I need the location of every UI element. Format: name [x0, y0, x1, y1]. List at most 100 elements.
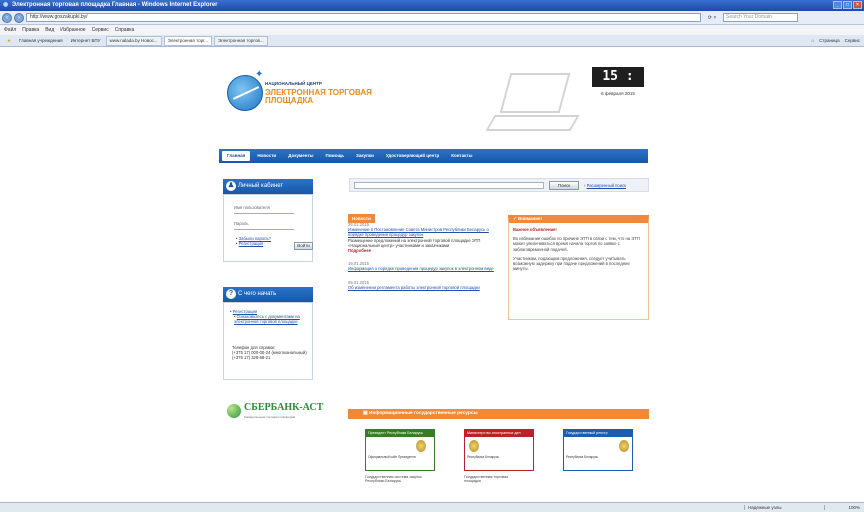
address-bar: ‹ › http://www.goszakupki.by/ ⟳ × Search…	[0, 11, 864, 25]
nav-news[interactable]: Новости	[252, 151, 281, 161]
menu-help[interactable]: Справка	[115, 27, 135, 33]
check-icon: ✓	[513, 216, 517, 221]
partner-banner-2[interactable]: Министерство иностранных дел Республика …	[464, 429, 534, 471]
howto-panel: • Регистрация • Ознакомьтесь с документа…	[223, 302, 313, 380]
emblem-icon	[469, 440, 479, 452]
site-search-input[interactable]	[354, 182, 544, 189]
window-title: Электронная торговая площадка Главная - …	[11, 2, 218, 8]
star-logo-icon: ✦	[255, 69, 264, 80]
zoom-level[interactable]: 100%	[824, 505, 864, 510]
back-button[interactable]: ‹	[2, 12, 12, 23]
password-label: Пароль	[234, 221, 249, 226]
sberbank-sub: Универсальная торговая платформа	[244, 415, 296, 419]
register-link[interactable]: Регистрация	[239, 241, 263, 246]
tab-bar: ★ Главная учреждения Интернет БПУ www.na…	[0, 35, 864, 47]
sberbank-icon	[227, 404, 241, 418]
star-icon: ★	[7, 37, 12, 43]
menu-tools[interactable]: Сервис	[92, 27, 109, 33]
url-input[interactable]: http://www.goszakupki.by/	[26, 13, 701, 22]
menu-favorites[interactable]: Избранное	[60, 27, 85, 33]
favorite-link-1[interactable]: Главная учреждения	[16, 38, 66, 43]
partner-3-head: Государственный реестр	[564, 430, 632, 437]
close-window-button[interactable]: ×	[853, 1, 862, 9]
browser-tab-2[interactable]: Электронная торг...	[163, 35, 212, 46]
news-link-2[interactable]: Информация о порядке проведения процедур…	[348, 266, 498, 271]
partners-header: ▣ Информационные государственные ресурсы	[348, 409, 649, 419]
nav-purchases[interactable]: Закупки	[351, 151, 379, 161]
partners-title: Информационные государственные ресурсы	[368, 411, 478, 416]
howto-title: С чего начать	[238, 291, 277, 297]
nav-certification[interactable]: Удостоверяющий центр	[381, 151, 444, 161]
site-clock: 15 : 58	[592, 67, 644, 104]
partner-1-caption: Официальный сайт Президента	[368, 455, 416, 459]
window-titlebar: ◉ Электронная торговая площадка Главная …	[0, 0, 864, 11]
web-search-input[interactable]: Search Your Domain	[723, 13, 798, 22]
news-link-3[interactable]: Об изменении регламента работы электронн…	[348, 285, 498, 290]
tools-menu[interactable]: Сервис	[845, 38, 860, 43]
security-zone: Надежные узлы	[744, 505, 824, 510]
bottom-text-1: Государственная система закупок Республи…	[365, 475, 422, 484]
partner-banner-1[interactable]: Президент Республики Беларусь Официальны…	[365, 429, 435, 471]
favorite-link-2[interactable]: Интернет БПУ	[68, 38, 104, 43]
emblem-icon	[416, 440, 426, 452]
browser-tab-1[interactable]: www.nalada.by Новос...	[105, 35, 162, 46]
howto-docs-link[interactable]: Ознакомьтесь с документами на электронно…	[234, 314, 300, 324]
site-date: 6 февраля 2015	[601, 91, 635, 96]
globe-logo-icon	[227, 75, 263, 111]
browser-tab-3[interactable]: Электронная торгов...	[213, 35, 268, 46]
news-link-1[interactable]: Изменение в Постановление Совета Министр…	[348, 227, 498, 237]
nav-home[interactable]: Главная	[222, 151, 251, 161]
menu-view[interactable]: Вид	[45, 27, 54, 33]
laptop-illustration-icon	[485, 73, 585, 143]
menu-bar: Файл Правка Вид Избранное Сервис Справка	[0, 25, 864, 35]
phone-2: (+375 17) 328-68-21	[232, 355, 271, 360]
main-nav: Главная Новости Документы Помощь Закупки…	[219, 149, 648, 163]
logo-line-1: НАЦИОНАЛЬНЫЙ ЦЕНТР	[265, 81, 322, 86]
news-list: 26.01.2015 Изменение в Постановление Сов…	[348, 222, 498, 290]
advanced-search-link[interactable]: Расширенный поиск	[587, 183, 626, 188]
menu-edit[interactable]: Правка	[22, 27, 39, 33]
question-icon: ?	[226, 289, 236, 299]
page-content: ✦ НАЦИОНАЛЬНЫЙ ЦЕНТР ЭЛЕКТРОННАЯ ТОРГОВА…	[0, 47, 864, 502]
news-text-1: Размещение предложений на электронной то…	[348, 237, 481, 248]
cabinet-panel: Имя пользователя Пароль • Забыли пароль?…	[223, 194, 313, 262]
nav-help[interactable]: Помощь	[321, 151, 350, 161]
refresh-icon[interactable]: ⟳ ×	[703, 15, 721, 21]
site-search-button[interactable]: Поиск	[549, 181, 579, 190]
login-input[interactable]	[234, 213, 294, 214]
favorites-star[interactable]: ★	[4, 38, 14, 44]
howto-header: ? С чего начать	[223, 287, 313, 302]
password-input[interactable]	[234, 229, 294, 230]
partner-banner-3[interactable]: Государственный реестр Республика Белару…	[563, 429, 633, 471]
partner-3-caption: Республика Беларусь	[566, 455, 599, 459]
nav-documents[interactable]: Документы	[283, 151, 318, 161]
sberbank-logo[interactable]: СБЕРБАНК-АСТ Универсальная торговая плат…	[225, 402, 323, 424]
bottom-text-2: Государственная торговая площадка	[464, 475, 509, 484]
nav-contacts[interactable]: Контакты	[446, 151, 477, 161]
status-bar: Надежные узлы 100%	[0, 502, 864, 512]
login-button[interactable]: Войти	[294, 242, 313, 250]
emblem-icon	[619, 440, 629, 452]
minimize-button[interactable]: _	[833, 1, 842, 9]
maximize-button[interactable]: □	[843, 1, 852, 9]
attention-title: Внимание!	[518, 216, 543, 221]
logo-line-3: ПЛОЩАДКА	[265, 96, 314, 105]
sberbank-name: СБЕРБАНК-АСТ	[244, 402, 324, 413]
partner-2-head: Министерство иностранных дел	[465, 430, 533, 437]
attention-p2: Участникам, подающим предложения, следуе…	[513, 255, 630, 272]
attention-box: ✓ Внимание! Важное объявление! Во избежа…	[508, 215, 649, 320]
login-label: Имя пользователя	[234, 205, 270, 210]
home-icon[interactable]: ⌂	[811, 38, 814, 43]
chat-icon: ▣	[363, 411, 368, 416]
ie-icon: ◉	[3, 2, 9, 8]
site-search-row: Поиск › Расширенный поиск	[349, 178, 649, 192]
attention-p1: Во избежание ошибок по причине ЭТП в свя…	[513, 236, 640, 252]
page-menu[interactable]: Страница	[819, 38, 839, 43]
partner-2-caption: Республика Беларусь	[467, 455, 500, 459]
cabinet-title: Личный кабинет	[238, 183, 284, 189]
menu-file[interactable]: Файл	[4, 27, 16, 33]
site-page: ✦ НАЦИОНАЛЬНЫЙ ЦЕНТР ЭЛЕКТРОННАЯ ТОРГОВА…	[215, 47, 652, 502]
partner-1-head: Президент Республики Беларусь	[366, 430, 434, 437]
forward-button[interactable]: ›	[14, 12, 24, 23]
cabinet-header: ♟ Личный кабинет	[223, 179, 313, 194]
